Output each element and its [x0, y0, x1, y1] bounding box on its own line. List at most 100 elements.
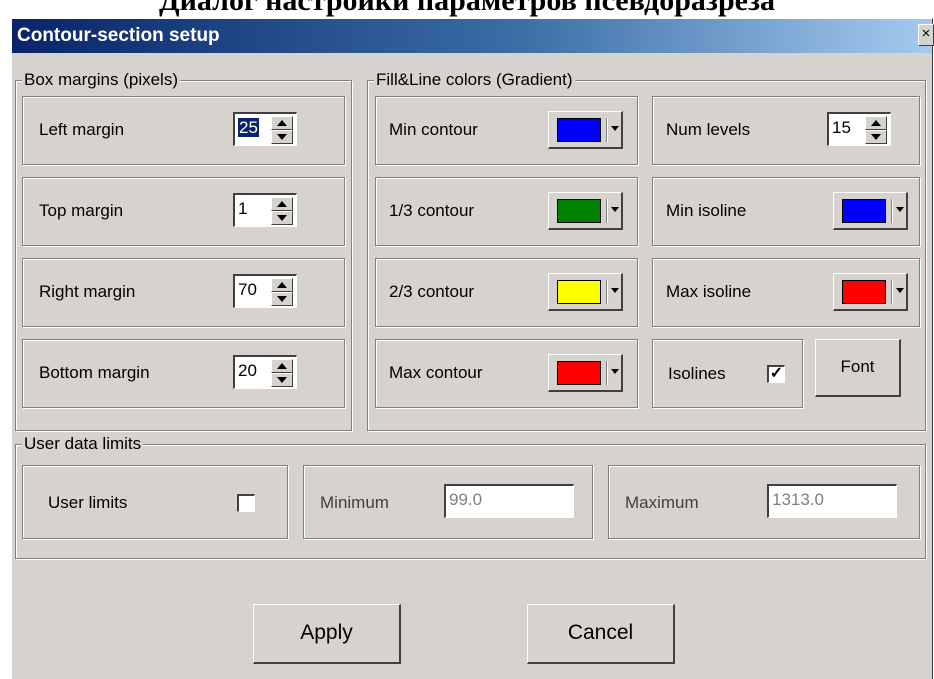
bottom-margin-spinner[interactable]: 20: [233, 355, 297, 389]
arrow-down-icon: [277, 134, 287, 140]
max-contour-panel: Max contour: [375, 339, 638, 408]
close-button[interactable]: ×: [918, 24, 934, 46]
num-levels-label: Num levels: [666, 120, 751, 139]
spin-down-button[interactable]: [271, 292, 293, 306]
right-margin-panel: Right margin 70: [22, 258, 345, 327]
combo-separator: [606, 361, 608, 385]
dropdown-arrow-icon: [611, 369, 619, 374]
min-contour-color-picker[interactable]: [548, 111, 623, 149]
right-margin-spinner[interactable]: 70: [233, 274, 297, 308]
dropdown-arrow-icon: [896, 288, 904, 293]
combo-separator: [606, 280, 608, 304]
bottom-margin-value: 20: [238, 361, 257, 380]
num-levels-spinner[interactable]: 15: [827, 112, 891, 146]
spin-up-button[interactable]: [865, 116, 887, 130]
isolines-checkbox[interactable]: ✓: [767, 365, 785, 383]
num-levels-value: 15: [832, 118, 851, 137]
min-contour-label: Min contour: [389, 120, 478, 139]
right-margin-value: 70: [238, 280, 257, 299]
maximum-label: Maximum: [625, 493, 699, 512]
two-thirds-contour-label: 2/3 contour: [389, 282, 475, 301]
spin-up-button[interactable]: [271, 359, 293, 373]
user-data-limits-legend: User data limits: [22, 434, 144, 454]
arrow-down-icon: [277, 215, 287, 221]
one-third-contour-color-picker[interactable]: [548, 192, 623, 230]
arrow-down-icon: [871, 134, 881, 140]
fill-line-legend: Fill&Line colors (Gradient): [374, 70, 575, 90]
minimum-input[interactable]: 99.0: [444, 484, 574, 518]
top-margin-value: 1: [238, 199, 248, 218]
num-levels-spin-buttons[interactable]: [865, 116, 887, 144]
right-margin-label: Right margin: [39, 282, 136, 301]
close-icon: ×: [921, 25, 931, 42]
maximum-input[interactable]: 1313.0: [767, 484, 897, 518]
one-third-contour-label: 1/3 contour: [389, 201, 475, 220]
spin-down-button[interactable]: [271, 211, 293, 225]
spin-down-button[interactable]: [271, 373, 293, 387]
minimum-label: Minimum: [320, 493, 389, 512]
min-isoline-color-picker[interactable]: [833, 192, 908, 230]
max-contour-swatch: [557, 361, 601, 385]
arrow-down-icon: [277, 296, 287, 302]
minimum-panel: Minimum 99.0: [303, 465, 593, 539]
spin-down-button[interactable]: [865, 130, 887, 144]
user-limits-label: User limits: [48, 493, 128, 512]
top-margin-spin-buttons[interactable]: [271, 197, 293, 225]
isolines-panel: Isolines ✓: [652, 339, 803, 408]
combo-separator: [606, 118, 608, 142]
dialog-window: Contour-section setup × Box margins (pix…: [11, 18, 934, 679]
spin-down-button[interactable]: [271, 130, 293, 144]
bottom-margin-spin-buttons[interactable]: [271, 359, 293, 387]
right-margin-spin-buttons[interactable]: [271, 278, 293, 306]
max-contour-color-picker[interactable]: [548, 354, 623, 392]
cancel-button[interactable]: Cancel: [527, 604, 675, 664]
font-button[interactable]: Font: [815, 339, 901, 397]
two-thirds-contour-panel: 2/3 contour: [375, 258, 638, 327]
left-margin-spin-buttons[interactable]: [271, 116, 293, 144]
arrow-up-icon: [277, 282, 287, 288]
left-margin-label: Left margin: [39, 120, 125, 139]
max-contour-label: Max contour: [389, 363, 483, 382]
user-limits-panel: User limits: [22, 465, 288, 539]
left-margin-panel: Left margin 25: [22, 96, 345, 165]
max-isoline-swatch: [842, 280, 886, 304]
one-third-contour-swatch: [557, 199, 601, 223]
max-isoline-color-picker[interactable]: [833, 273, 908, 311]
max-isoline-label: Max isoline: [666, 282, 752, 301]
window-title: Contour-section setup: [17, 25, 220, 46]
min-isoline-panel: Min isoline: [652, 177, 920, 246]
min-isoline-swatch: [842, 199, 886, 223]
spin-up-button[interactable]: [271, 278, 293, 292]
dropdown-arrow-icon: [611, 288, 619, 293]
min-isoline-label: Min isoline: [666, 201, 747, 220]
document-caption: Диалог настройки параметров псевдоразрез…: [158, 0, 776, 17]
left-margin-spinner[interactable]: 25: [233, 112, 297, 146]
one-third-contour-panel: 1/3 contour: [375, 177, 638, 246]
dropdown-arrow-icon: [896, 207, 904, 212]
min-contour-swatch: [557, 118, 601, 142]
arrow-down-icon: [277, 377, 287, 383]
combo-separator: [891, 199, 893, 223]
title-bar[interactable]: Contour-section setup ×: [12, 19, 934, 53]
two-thirds-contour-color-picker[interactable]: [548, 273, 623, 311]
bottom-margin-panel: Bottom margin 20: [22, 339, 345, 408]
spin-up-button[interactable]: [271, 116, 293, 130]
top-margin-label: Top margin: [39, 201, 124, 220]
spin-up-button[interactable]: [271, 197, 293, 211]
min-contour-panel: Min contour: [375, 96, 638, 165]
isolines-label: Isolines: [668, 364, 726, 383]
left-margin-value: 25: [238, 118, 259, 137]
arrow-up-icon: [871, 120, 881, 126]
combo-separator: [891, 280, 893, 304]
maximum-panel: Maximum 1313.0: [608, 465, 920, 539]
checkmark-icon: ✓: [769, 365, 784, 382]
dropdown-arrow-icon: [611, 126, 619, 131]
arrow-up-icon: [277, 120, 287, 126]
apply-button[interactable]: Apply: [253, 604, 401, 664]
user-limits-checkbox[interactable]: [237, 494, 255, 512]
top-margin-spinner[interactable]: 1: [233, 193, 297, 227]
arrow-up-icon: [277, 201, 287, 207]
combo-separator: [606, 199, 608, 223]
arrow-up-icon: [277, 363, 287, 369]
dropdown-arrow-icon: [611, 207, 619, 212]
